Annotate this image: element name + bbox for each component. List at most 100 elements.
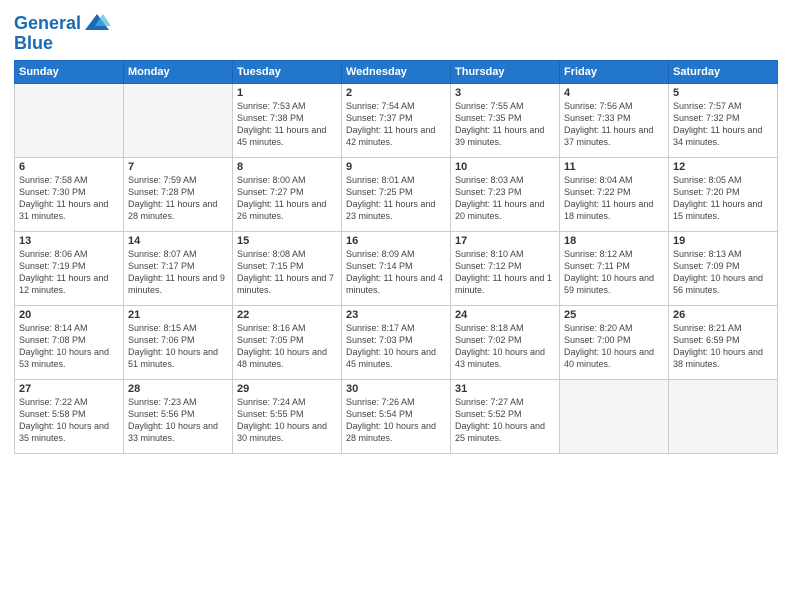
calendar-cell: 5Sunrise: 7:57 AM Sunset: 7:32 PM Daylig…	[669, 83, 778, 157]
weekday-header-row: SundayMondayTuesdayWednesdayThursdayFrid…	[15, 60, 778, 83]
day-number: 26	[673, 309, 773, 321]
day-number: 28	[128, 383, 228, 395]
calendar-cell: 17Sunrise: 8:10 AM Sunset: 7:12 PM Dayli…	[451, 231, 560, 305]
calendar-cell: 23Sunrise: 8:17 AM Sunset: 7:03 PM Dayli…	[342, 305, 451, 379]
day-number: 27	[19, 383, 119, 395]
weekday-header-saturday: Saturday	[669, 60, 778, 83]
calendar-week-3: 13Sunrise: 8:06 AM Sunset: 7:19 PM Dayli…	[15, 231, 778, 305]
day-number: 23	[346, 309, 446, 321]
calendar-cell: 10Sunrise: 8:03 AM Sunset: 7:23 PM Dayli…	[451, 157, 560, 231]
calendar-cell	[124, 83, 233, 157]
calendar-cell: 15Sunrise: 8:08 AM Sunset: 7:15 PM Dayli…	[233, 231, 342, 305]
calendar-cell: 18Sunrise: 8:12 AM Sunset: 7:11 PM Dayli…	[560, 231, 669, 305]
calendar-cell: 14Sunrise: 8:07 AM Sunset: 7:17 PM Dayli…	[124, 231, 233, 305]
calendar-cell	[15, 83, 124, 157]
calendar-cell: 31Sunrise: 7:27 AM Sunset: 5:52 PM Dayli…	[451, 379, 560, 453]
calendar-week-1: 1Sunrise: 7:53 AM Sunset: 7:38 PM Daylig…	[15, 83, 778, 157]
calendar-cell: 26Sunrise: 8:21 AM Sunset: 6:59 PM Dayli…	[669, 305, 778, 379]
day-info: Sunrise: 8:16 AM Sunset: 7:05 PM Dayligh…	[237, 322, 337, 371]
day-number: 16	[346, 235, 446, 247]
page-container: General Blue SundayMondayTuesdayWednesda…	[0, 0, 792, 464]
calendar-cell: 30Sunrise: 7:26 AM Sunset: 5:54 PM Dayli…	[342, 379, 451, 453]
day-info: Sunrise: 8:08 AM Sunset: 7:15 PM Dayligh…	[237, 248, 337, 297]
calendar-cell: 22Sunrise: 8:16 AM Sunset: 7:05 PM Dayli…	[233, 305, 342, 379]
day-info: Sunrise: 8:01 AM Sunset: 7:25 PM Dayligh…	[346, 174, 446, 223]
calendar-cell: 21Sunrise: 8:15 AM Sunset: 7:06 PM Dayli…	[124, 305, 233, 379]
day-number: 10	[455, 161, 555, 173]
calendar-cell: 6Sunrise: 7:58 AM Sunset: 7:30 PM Daylig…	[15, 157, 124, 231]
day-info: Sunrise: 7:59 AM Sunset: 7:28 PM Dayligh…	[128, 174, 228, 223]
day-info: Sunrise: 8:17 AM Sunset: 7:03 PM Dayligh…	[346, 322, 446, 371]
day-number: 30	[346, 383, 446, 395]
calendar-cell: 3Sunrise: 7:55 AM Sunset: 7:35 PM Daylig…	[451, 83, 560, 157]
calendar-cell: 4Sunrise: 7:56 AM Sunset: 7:33 PM Daylig…	[560, 83, 669, 157]
day-info: Sunrise: 8:21 AM Sunset: 6:59 PM Dayligh…	[673, 322, 773, 371]
day-info: Sunrise: 8:12 AM Sunset: 7:11 PM Dayligh…	[564, 248, 664, 297]
day-info: Sunrise: 7:26 AM Sunset: 5:54 PM Dayligh…	[346, 396, 446, 445]
day-info: Sunrise: 8:07 AM Sunset: 7:17 PM Dayligh…	[128, 248, 228, 297]
day-number: 24	[455, 309, 555, 321]
calendar-week-5: 27Sunrise: 7:22 AM Sunset: 5:58 PM Dayli…	[15, 379, 778, 453]
calendar-cell: 8Sunrise: 8:00 AM Sunset: 7:27 PM Daylig…	[233, 157, 342, 231]
day-info: Sunrise: 8:00 AM Sunset: 7:27 PM Dayligh…	[237, 174, 337, 223]
day-info: Sunrise: 8:04 AM Sunset: 7:22 PM Dayligh…	[564, 174, 664, 223]
calendar-cell: 20Sunrise: 8:14 AM Sunset: 7:08 PM Dayli…	[15, 305, 124, 379]
weekday-header-sunday: Sunday	[15, 60, 124, 83]
day-info: Sunrise: 7:57 AM Sunset: 7:32 PM Dayligh…	[673, 100, 773, 149]
day-number: 19	[673, 235, 773, 247]
calendar-cell: 9Sunrise: 8:01 AM Sunset: 7:25 PM Daylig…	[342, 157, 451, 231]
weekday-header-friday: Friday	[560, 60, 669, 83]
day-number: 31	[455, 383, 555, 395]
calendar-cell: 29Sunrise: 7:24 AM Sunset: 5:55 PM Dayli…	[233, 379, 342, 453]
day-number: 4	[564, 87, 664, 99]
day-info: Sunrise: 8:06 AM Sunset: 7:19 PM Dayligh…	[19, 248, 119, 297]
day-info: Sunrise: 7:56 AM Sunset: 7:33 PM Dayligh…	[564, 100, 664, 149]
calendar-week-4: 20Sunrise: 8:14 AM Sunset: 7:08 PM Dayli…	[15, 305, 778, 379]
day-number: 9	[346, 161, 446, 173]
day-info: Sunrise: 8:20 AM Sunset: 7:00 PM Dayligh…	[564, 322, 664, 371]
day-info: Sunrise: 7:24 AM Sunset: 5:55 PM Dayligh…	[237, 396, 337, 445]
day-number: 11	[564, 161, 664, 173]
day-number: 2	[346, 87, 446, 99]
weekday-header-wednesday: Wednesday	[342, 60, 451, 83]
calendar-cell: 7Sunrise: 7:59 AM Sunset: 7:28 PM Daylig…	[124, 157, 233, 231]
calendar-table: SundayMondayTuesdayWednesdayThursdayFrid…	[14, 60, 778, 454]
calendar-cell: 28Sunrise: 7:23 AM Sunset: 5:56 PM Dayli…	[124, 379, 233, 453]
day-number: 7	[128, 161, 228, 173]
day-info: Sunrise: 7:53 AM Sunset: 7:38 PM Dayligh…	[237, 100, 337, 149]
logo: General Blue	[14, 14, 111, 54]
weekday-header-thursday: Thursday	[451, 60, 560, 83]
day-info: Sunrise: 8:18 AM Sunset: 7:02 PM Dayligh…	[455, 322, 555, 371]
day-info: Sunrise: 7:55 AM Sunset: 7:35 PM Dayligh…	[455, 100, 555, 149]
calendar-cell: 24Sunrise: 8:18 AM Sunset: 7:02 PM Dayli…	[451, 305, 560, 379]
day-number: 29	[237, 383, 337, 395]
day-number: 21	[128, 309, 228, 321]
calendar-cell: 13Sunrise: 8:06 AM Sunset: 7:19 PM Dayli…	[15, 231, 124, 305]
day-number: 6	[19, 161, 119, 173]
calendar-cell: 12Sunrise: 8:05 AM Sunset: 7:20 PM Dayli…	[669, 157, 778, 231]
weekday-header-tuesday: Tuesday	[233, 60, 342, 83]
calendar-cell: 27Sunrise: 7:22 AM Sunset: 5:58 PM Dayli…	[15, 379, 124, 453]
calendar-cell: 19Sunrise: 8:13 AM Sunset: 7:09 PM Dayli…	[669, 231, 778, 305]
calendar-cell	[560, 379, 669, 453]
day-info: Sunrise: 7:27 AM Sunset: 5:52 PM Dayligh…	[455, 396, 555, 445]
day-info: Sunrise: 8:03 AM Sunset: 7:23 PM Dayligh…	[455, 174, 555, 223]
logo-text: General	[14, 14, 81, 34]
calendar-week-2: 6Sunrise: 7:58 AM Sunset: 7:30 PM Daylig…	[15, 157, 778, 231]
calendar-cell	[669, 379, 778, 453]
day-number: 18	[564, 235, 664, 247]
day-number: 3	[455, 87, 555, 99]
calendar-cell: 2Sunrise: 7:54 AM Sunset: 7:37 PM Daylig…	[342, 83, 451, 157]
day-info: Sunrise: 8:05 AM Sunset: 7:20 PM Dayligh…	[673, 174, 773, 223]
day-number: 12	[673, 161, 773, 173]
header: General Blue	[14, 10, 778, 54]
day-number: 14	[128, 235, 228, 247]
day-number: 20	[19, 309, 119, 321]
day-info: Sunrise: 8:09 AM Sunset: 7:14 PM Dayligh…	[346, 248, 446, 297]
calendar-cell: 25Sunrise: 8:20 AM Sunset: 7:00 PM Dayli…	[560, 305, 669, 379]
day-number: 25	[564, 309, 664, 321]
calendar-body: 1Sunrise: 7:53 AM Sunset: 7:38 PM Daylig…	[15, 83, 778, 453]
day-info: Sunrise: 8:10 AM Sunset: 7:12 PM Dayligh…	[455, 248, 555, 297]
day-info: Sunrise: 7:58 AM Sunset: 7:30 PM Dayligh…	[19, 174, 119, 223]
calendar-cell: 11Sunrise: 8:04 AM Sunset: 7:22 PM Dayli…	[560, 157, 669, 231]
